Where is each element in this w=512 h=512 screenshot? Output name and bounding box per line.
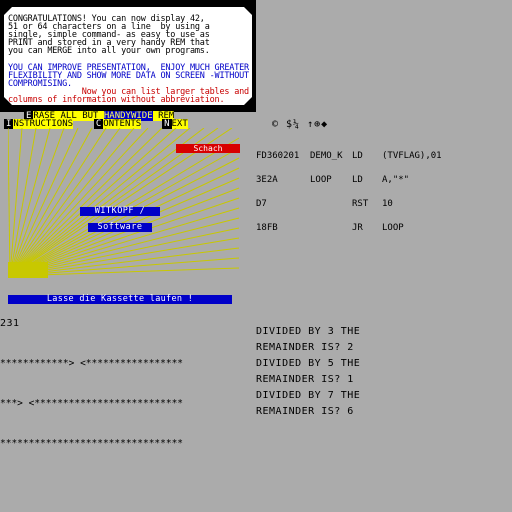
ray-line [9,128,149,277]
console-line: REMAINDER IS? 2 [256,342,354,353]
schach-label: Schach [176,144,240,153]
code-column-opcode: LD LD RST JR [352,136,368,240]
promo-text-congratulations: CONGRATULATIONS! You can now display 42,… [8,14,210,56]
console-line: DIVIDED BY 7 THE [256,390,361,401]
ray-line [8,128,11,277]
ray-line [9,128,93,277]
code-cell: A,"*" [382,175,410,185]
code-cell: LD [352,151,363,161]
code-cell: 10 [382,199,393,209]
code-cell: D7 [256,199,267,209]
code-cell: FD360201 [256,151,300,161]
code-cell: 18FB [256,223,278,233]
promo-text-improve: YOU CAN IMPROVE PRESENTATION, ENJOY MUCH… [8,63,249,89]
console-line: DIVIDED BY 5 THE [256,358,361,369]
console-line: REMAINDER IS? 1 [256,374,354,385]
code-column-address: FD360201 3E2A D7 18FB [256,136,299,240]
console-stars-1: ************> <***************** [0,358,184,369]
console-stars-3: ******************************** [0,438,184,449]
ray-line [9,128,205,277]
menu-row-options: I NSTRUCTIONS C ONTENTS N EXT [4,119,188,129]
code-cell: (TVFLAG),01 [382,151,442,161]
console-line: DIVIDED BY 3 THE [256,326,361,337]
ray-line [9,128,121,277]
promo-card: CONGRATULATIONS! You can now display 42,… [4,7,252,105]
console-number: 231 [0,318,20,329]
menu-icons: © $¼ ↑⊕◆ [272,119,329,130]
ray-line [9,157,240,277]
code-cell: JR [352,223,363,233]
code-column-operand: (TVFLAG),01 A,"*" 10 LOOP [382,136,442,240]
code-cell: DEMO_K [310,151,343,161]
tape-prompt: Lasse die Kassette laufen ! [8,295,232,304]
code-cell: LOOP [382,223,404,233]
promo-panel: CONGRATULATIONS! You can now display 42,… [0,0,256,112]
code-cell: LD [352,175,363,185]
code-cell: RST [352,199,369,209]
promo-text-tables: COMPROMISING. Now you can list larger ta… [8,88,250,105]
console-line: REMAINDER IS? 6 [256,406,354,417]
code-cell: LOOP [310,175,332,185]
main-menu: E RASE ALL BUT HANDYWIDE REM I NSTRUCTIONS… [0,111,256,129]
ray-origin-block [8,262,48,278]
ray-line [9,128,177,277]
code-cell: 3E2A [256,175,278,185]
code-column-label: DEMO_K LOOP [310,136,343,192]
witkopf-logo: WITKOPF / [80,207,160,216]
console-stars-2: ***> <************************** [0,398,184,409]
software-logo: Software [88,223,152,232]
